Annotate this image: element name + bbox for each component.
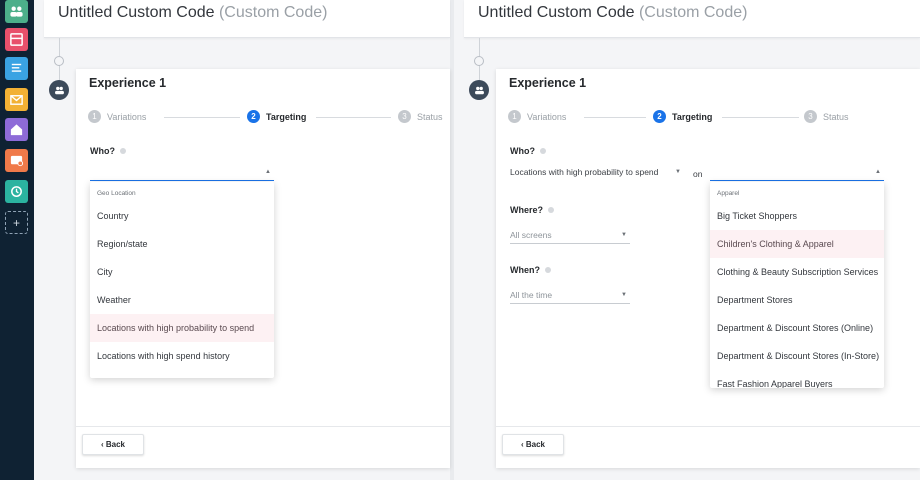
chevron-down-icon: ▼ [675, 169, 681, 175]
on-label: on [693, 169, 703, 179]
title-text: Untitled Custom Code [478, 4, 635, 21]
chevron-down-icon: ▼ [621, 292, 627, 298]
audience-avatar[interactable] [469, 80, 489, 100]
who-select[interactable]: ▲ [90, 167, 274, 181]
dropdown-item-big-ticket[interactable]: Big Ticket Shoppers [710, 202, 884, 230]
when-label: When? [510, 265, 551, 275]
step-variations[interactable]: 1 Variations [88, 110, 146, 123]
step-divider [164, 117, 240, 118]
info-icon [120, 148, 126, 154]
experience-card: Experience 1 1 Variations 2 Targeting 3 … [76, 69, 450, 468]
dropdown-item-fast-fashion[interactable]: Fast Fashion Apparel Buyers [710, 370, 884, 388]
dropdown-item-discount-online[interactable]: Department & Discount Stores (Online) [710, 314, 884, 342]
timeline-dot [474, 56, 484, 66]
text-lines-icon[interactable] [5, 57, 28, 80]
step-divider [316, 117, 391, 118]
left-panel: Untitled Custom Code (Custom Code) Exper… [34, 0, 450, 480]
step-divider [584, 117, 646, 118]
add-app-button[interactable]: + [5, 211, 28, 234]
step-status[interactable]: 3 Status [804, 110, 849, 123]
add-label: + [12, 215, 20, 230]
dropdown-group-header: Apparel [717, 190, 740, 197]
experience-card: Experience 1 1 Variations 2 Targeting 3 … [496, 69, 920, 468]
timeline-dot [54, 56, 64, 66]
when-select[interactable]: All the time ▼ [510, 290, 630, 304]
refresh-icon[interactable] [5, 180, 28, 203]
back-button[interactable]: ‹ Back [82, 434, 144, 455]
experience-title: Experience 1 [509, 76, 587, 90]
info-icon [540, 148, 546, 154]
dropdown-item-subscription[interactable]: Clothing & Beauty Subscription Services [710, 258, 884, 286]
dropdown-item-weather[interactable]: Weather [90, 286, 274, 314]
geo-location-dropdown: Geo Location Country Region/state City W… [90, 182, 274, 378]
dropdown-item-region[interactable]: Region/state [90, 230, 274, 258]
app-rail: + [0, 0, 34, 480]
right-panel: Untitled Custom Code (Custom Code) Exper… [454, 0, 920, 480]
dropdown-group-header: Geo Location [97, 190, 136, 197]
title-text: Untitled Custom Code [58, 4, 215, 21]
layout-icon[interactable] [5, 28, 28, 51]
dropdown-item-childrens-clothing[interactable]: Children's Clothing & Apparel [710, 230, 884, 258]
who-label: Who? [510, 146, 546, 156]
users-icon [54, 86, 64, 94]
page-title: Untitled Custom Code (Custom Code) [44, 0, 450, 38]
step-variations[interactable]: 1 Variations [508, 110, 566, 123]
dropdown-item-high-probability[interactable]: Locations with high probability to spend [90, 314, 274, 342]
title-type: (Custom Code) [638, 4, 748, 21]
where-select[interactable]: All screens ▼ [510, 230, 630, 244]
mail-icon[interactable] [5, 88, 28, 111]
chevron-down-icon: ▼ [621, 232, 627, 238]
card-footer: ‹ Back [496, 426, 920, 468]
page-title: Untitled Custom Code (Custom Code) [464, 0, 920, 38]
dropdown-item-country[interactable]: Country [90, 202, 274, 230]
step-divider [722, 117, 799, 118]
title-type: (Custom Code) [218, 4, 328, 21]
audience-avatar[interactable] [49, 80, 69, 100]
dropdown-item-discount-instore[interactable]: Department & Discount Stores (In-Store) [710, 342, 884, 370]
message-icon[interactable] [5, 149, 28, 172]
info-icon [548, 207, 555, 213]
step-status[interactable]: 3 Status [398, 110, 443, 123]
house-icon[interactable] [5, 118, 28, 141]
step-targeting[interactable]: 2 Targeting [653, 110, 712, 123]
dropdown-item-high-spend[interactable]: Locations with high spend history [90, 342, 274, 370]
chevron-up-icon: ▲ [265, 169, 271, 175]
dropdown-item-department-stores[interactable]: Department Stores [710, 286, 884, 314]
experience-title: Experience 1 [89, 76, 167, 90]
segment-select[interactable]: ▲ [710, 167, 884, 181]
who-select[interactable]: Locations with high probability to spend… [510, 167, 684, 181]
users-icon [474, 86, 484, 94]
stepper: 1 Variations 2 Targeting 3 Status [88, 110, 443, 126]
users-icon[interactable] [5, 0, 28, 23]
who-label: Who? [90, 146, 126, 156]
dropdown-item-city[interactable]: City [90, 258, 274, 286]
step-targeting[interactable]: 2 Targeting [247, 110, 306, 123]
card-footer: ‹ Back [76, 426, 450, 468]
stepper: 1 Variations 2 Targeting 3 Status [508, 110, 912, 126]
chevron-up-icon: ▲ [875, 169, 881, 175]
apparel-dropdown: Apparel Big Ticket Shoppers Children's C… [710, 182, 884, 388]
back-button[interactable]: ‹ Back [502, 434, 564, 455]
info-icon [545, 267, 551, 273]
where-label: Where? [510, 205, 555, 215]
